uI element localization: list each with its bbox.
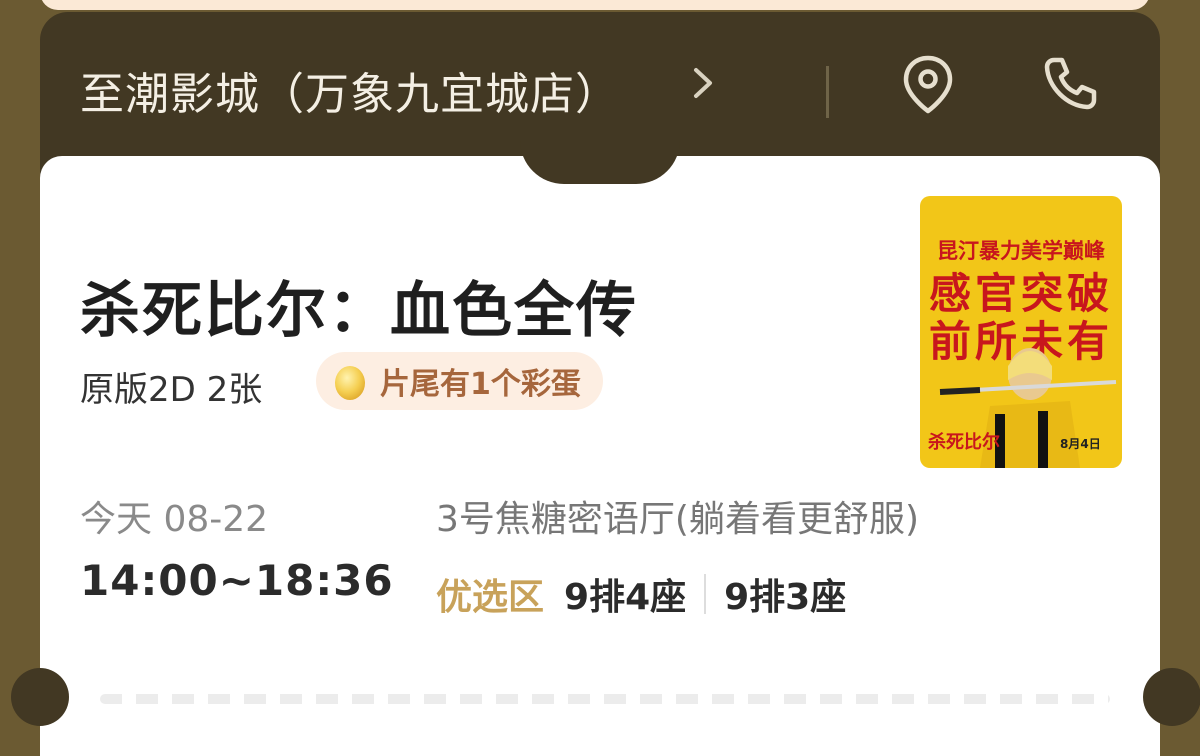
header-divider (826, 66, 829, 118)
cinema-name[interactable]: 至潮影城（万象九宜城店） (80, 58, 620, 122)
ticket-notch-right (1143, 668, 1200, 726)
poster-footer-title: 杀死比尔 (928, 431, 1000, 453)
phone-icon[interactable] (1040, 54, 1100, 114)
cinema-header[interactable]: 至潮影城（万象九宜城店） (40, 12, 1160, 152)
location-pin-icon[interactable] (898, 52, 958, 116)
ticket-notch-left (11, 668, 69, 726)
seat-2: 9排3座 (724, 577, 847, 618)
seat-info: 优选区 9排4座 9排3座 (436, 568, 846, 620)
show-date: 今天 08-22 (80, 499, 269, 540)
seat-divider (704, 574, 707, 614)
show-time-range: 14:00~18:36 (80, 556, 394, 605)
poster-line1: 昆汀暴力美学巅峰 (937, 239, 1105, 263)
easter-egg-badge[interactable]: 片尾有1个彩蛋 (316, 352, 603, 410)
hall-name: 3号焦糖密语厅(躺着看更舒服) (436, 499, 919, 540)
poster-line2: 感官突破 (929, 269, 1113, 318)
ticket-perforation (100, 694, 1110, 704)
egg-icon (335, 366, 365, 400)
chevron-right-icon[interactable] (688, 66, 718, 100)
poster-footer-date: 8月4日 (1060, 437, 1101, 451)
easter-egg-text: 片尾有1个彩蛋 (380, 367, 581, 402)
seat-zone: 优选区 (436, 577, 545, 618)
ticket-notch-top (520, 140, 680, 184)
seat-1: 9排4座 (564, 577, 687, 618)
movie-title: 杀死比尔：血色全传 (80, 276, 638, 346)
movie-poster[interactable]: 昆汀暴力美学巅峰 感官突破 前所未有 杀死比尔 8月4日 (920, 196, 1122, 468)
previous-card-edge (40, 0, 1150, 10)
movie-format-count: 原版2D 2张 (80, 370, 263, 410)
screen: 至潮影城（万象九宜城店） 杀死比尔：血色全传 原版2D 2张 片尾有1个彩蛋 昆… (0, 0, 1200, 756)
